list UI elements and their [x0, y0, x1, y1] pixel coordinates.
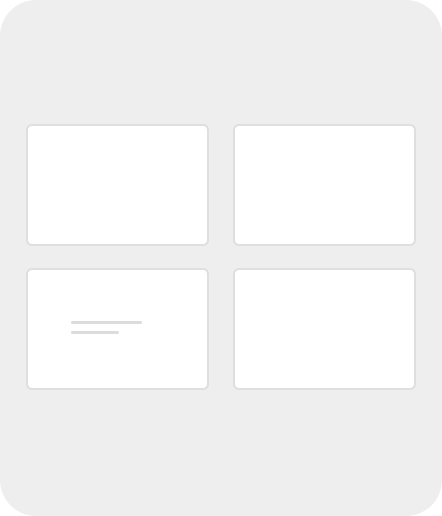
grid-card-2[interactable] [233, 124, 416, 246]
grid-card-3[interactable] [26, 268, 209, 390]
skeleton-text-line-1 [71, 321, 142, 324]
grid-card-1[interactable] [26, 124, 209, 246]
skeleton-text-line-2 [71, 331, 119, 334]
card-grid-panel [0, 0, 442, 516]
grid-card-4[interactable] [233, 268, 416, 390]
